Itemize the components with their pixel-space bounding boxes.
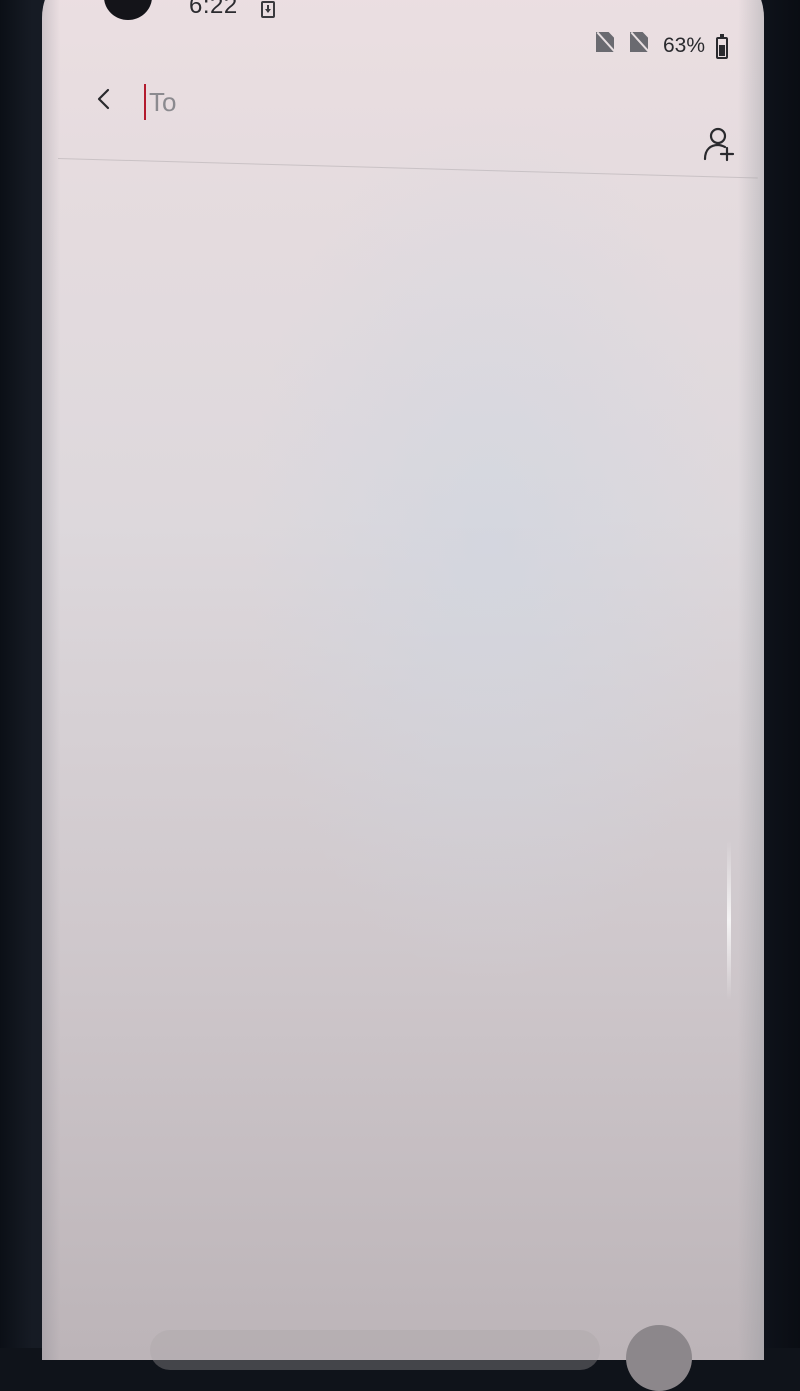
add-contact-button[interactable] (698, 124, 738, 164)
add-contact-icon (703, 127, 735, 162)
status-time: 6:22 (189, 0, 238, 19)
text-cursor (144, 84, 146, 120)
recipient-input[interactable] (149, 86, 589, 118)
no-sim-icon (630, 32, 648, 52)
phone-screen (42, 0, 764, 1360)
recipient-field[interactable] (144, 80, 644, 124)
device-frame: 6:22 63% (0, 0, 800, 1391)
send-button[interactable] (626, 1325, 692, 1391)
message-input-area[interactable] (150, 1330, 600, 1370)
chevron-left-icon (97, 88, 110, 110)
no-sim-icon (596, 32, 614, 52)
screen-edge-glare (727, 840, 731, 1000)
battery-icon (716, 34, 728, 59)
back-button[interactable] (88, 82, 118, 116)
download-icon (261, 1, 275, 18)
battery-percentage: 63% (663, 34, 706, 57)
